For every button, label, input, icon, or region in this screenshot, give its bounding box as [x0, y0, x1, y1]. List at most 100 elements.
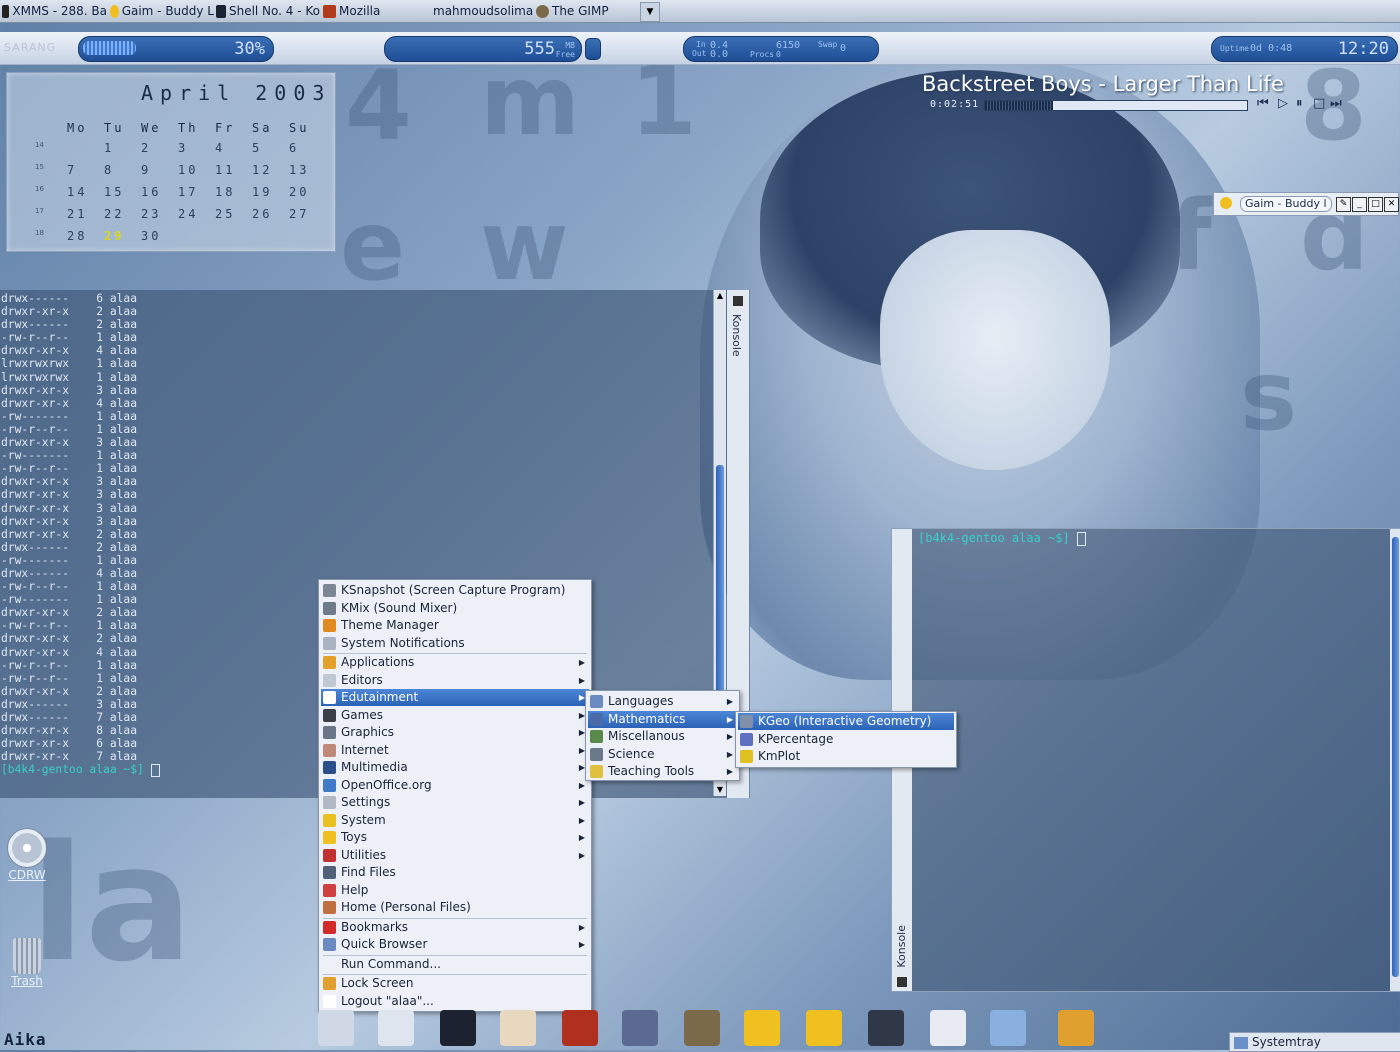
mathematics-submenu[interactable]: KGeo (Interactive Geometry) KPercentage Km…: [735, 711, 957, 768]
scroll-up-icon[interactable]: ▲: [715, 291, 725, 301]
calendar-day[interactable]: 11: [215, 163, 252, 177]
calendar-day[interactable]: 9: [141, 163, 178, 177]
menu-item-teaching-tools[interactable]: Teaching Tools ▶: [588, 763, 737, 780]
stop-icon[interactable]: □: [1313, 96, 1325, 111]
task-konsole[interactable]: Shell No. 4 - Ko: [216, 2, 320, 20]
menu-item-mathematics[interactable]: Mathematics ▶: [588, 710, 737, 728]
calendar-day[interactable]: 13: [289, 163, 326, 177]
chevron-down-icon[interactable]: ▼: [640, 2, 660, 22]
terminal-output[interactable]: drwx------ 6 alaa drwxr-xr-x 2 alaa drwx--…: [1, 292, 160, 777]
menu-item-run-command[interactable]: Run Command...: [321, 956, 589, 973]
calendar-day[interactable]: [252, 229, 289, 243]
menu-item-multimedia[interactable]: Multimedia ▶: [321, 759, 589, 776]
maximize-icon[interactable]: □: [1368, 197, 1383, 212]
calendar-day[interactable]: 7: [67, 163, 104, 177]
calendar-day[interactable]: 1: [104, 141, 141, 155]
menu-item-graphics[interactable]: Graphics ▶: [321, 724, 589, 741]
calendar-day[interactable]: 24: [178, 207, 215, 221]
menu-item-help[interactable]: Help: [321, 882, 589, 899]
calendar-day[interactable]: 21: [67, 207, 104, 221]
gaim-icon[interactable]: [744, 1010, 780, 1046]
scroll-down-icon[interactable]: ▼: [715, 785, 725, 795]
calendar-day[interactable]: 25: [215, 207, 252, 221]
menu-item-kmplot[interactable]: KmPlot: [738, 748, 954, 765]
calendar-day[interactable]: 28: [67, 229, 104, 243]
gaim-buddy-mini-window[interactable]: Gaim - Buddy l ✎ _ □ ✕: [1213, 192, 1399, 216]
task-xmms[interactable]: XMMS - 288. Ba: [2, 2, 107, 20]
menu-item-settings[interactable]: Settings ▶: [321, 794, 589, 811]
calendar-day[interactable]: 14: [67, 185, 104, 199]
task-mozilla[interactable]: Mozilla: [323, 2, 423, 20]
calendar-day[interactable]: 23: [141, 207, 178, 221]
scrollbar-thumb[interactable]: [1392, 537, 1399, 977]
kde-icon[interactable]: [378, 1010, 414, 1046]
menu-item-quick-browser[interactable]: Quick Browser ▶: [321, 936, 589, 953]
terminal-prompt[interactable]: [b4k4-gentoo alaa ~$]: [1, 763, 160, 777]
menu-item-toys[interactable]: Toys ▶: [321, 829, 589, 846]
calendar-day[interactable]: 6: [289, 141, 326, 155]
menu-item-applications[interactable]: Applications ▶: [321, 654, 589, 671]
calendar-day[interactable]: 15: [104, 185, 141, 199]
menu-item-logout-alaa[interactable]: Logout "alaa"...: [321, 993, 589, 1010]
calendar-day[interactable]: 22: [104, 207, 141, 221]
monitor-icon[interactable]: [990, 1010, 1026, 1046]
calendar-day[interactable]: 16: [141, 185, 178, 199]
brush-icon[interactable]: [868, 1010, 904, 1046]
edutainment-submenu[interactable]: Languages ▶ Mathematics ▶ Miscellanous ▶ Scien…: [585, 690, 740, 781]
menu-item-kpercentage[interactable]: KPercentage: [738, 731, 954, 748]
menu-item-openoffice-org[interactable]: OpenOffice.org ▶: [321, 777, 589, 794]
pause-icon[interactable]: ⏸: [1296, 96, 1303, 111]
close-icon[interactable]: ✕: [1384, 197, 1399, 212]
lock-icon[interactable]: [1058, 1010, 1094, 1046]
menu-item-bookmarks[interactable]: Bookmarks ▶: [321, 919, 589, 936]
calendar-day[interactable]: 27: [289, 207, 326, 221]
menu-item-science[interactable]: Science ▶: [588, 746, 737, 763]
calendar-day[interactable]: [289, 229, 326, 243]
calendar-day[interactable]: [67, 141, 104, 155]
menu-item-miscellanous[interactable]: Miscellanous ▶: [588, 728, 737, 745]
menu-item-home-personal-files[interactable]: Home (Personal Files): [321, 899, 589, 916]
menu-item-kmix-sound-mixer[interactable]: KMix (Sound Mixer): [321, 600, 589, 617]
terminal-icon[interactable]: [440, 1010, 476, 1046]
systemtray[interactable]: Systemtray: [1229, 1032, 1400, 1052]
menu-item-editors[interactable]: Editors ▶: [321, 672, 589, 689]
gaim-window-label[interactable]: Gaim - Buddy l: [1240, 196, 1332, 212]
menu-item-languages[interactable]: Languages ▶: [588, 693, 737, 710]
folder-icon[interactable]: [806, 1010, 842, 1046]
menu-item-edutainment[interactable]: Edutainment ▶: [321, 689, 589, 706]
task-gaim-chat[interactable]: mahmoudsolima: [430, 2, 533, 20]
k-menu[interactable]: KSnapshot (Screen Capture Program) KMix (…: [318, 579, 592, 1012]
calculator-icon[interactable]: [930, 1010, 966, 1046]
kmenu-icon[interactable]: [318, 1010, 354, 1046]
minimize-icon[interactable]: _: [1352, 197, 1367, 212]
play-icon[interactable]: ▷: [1278, 96, 1288, 111]
menu-item-lock-screen[interactable]: Lock Screen: [321, 975, 589, 992]
menu-item-games[interactable]: Games ▶: [321, 707, 589, 724]
scrollbar[interactable]: [1390, 529, 1400, 991]
xmms-progress-bar[interactable]: [984, 100, 1248, 111]
mozilla-icon[interactable]: [562, 1010, 598, 1046]
calendar-day[interactable]: [215, 229, 252, 243]
calendar-day[interactable]: 17: [178, 185, 215, 199]
menu-item-utilities[interactable]: Utilities ▶: [321, 847, 589, 864]
task-gaim[interactable]: Gaim - Buddy L: [110, 2, 214, 20]
desktop-icon-cdrw[interactable]: CDRW: [2, 828, 52, 882]
calendar-day[interactable]: [178, 229, 215, 243]
calendar-day[interactable]: 8: [104, 163, 141, 177]
calendar-day[interactable]: 12: [252, 163, 289, 177]
calendar-day[interactable]: 30: [141, 229, 178, 243]
menu-item-ksnapshot-screen-capture-program[interactable]: KSnapshot (Screen Capture Program): [321, 582, 589, 599]
calendar-day[interactable]: 19: [252, 185, 289, 199]
terminal-prompt[interactable]: [b4k4-gentoo alaa ~$]: [918, 531, 1086, 546]
calendar-day[interactable]: 4: [215, 141, 252, 155]
previous-icon[interactable]: ⏮: [1257, 96, 1269, 111]
calendar-day[interactable]: 3: [178, 141, 215, 155]
konsole-window-right[interactable]: Konsole [b4k4-gentoo alaa ~$]: [891, 528, 1400, 992]
task-gimp[interactable]: The GIMP: [536, 2, 636, 20]
calendar-day[interactable]: 29: [104, 229, 141, 243]
next-icon[interactable]: ⏭: [1330, 96, 1342, 111]
calendar-day[interactable]: 26: [252, 207, 289, 221]
calendar-day[interactable]: 18: [215, 185, 252, 199]
pen-icon[interactable]: [622, 1010, 658, 1046]
calendar-day[interactable]: 10: [178, 163, 215, 177]
